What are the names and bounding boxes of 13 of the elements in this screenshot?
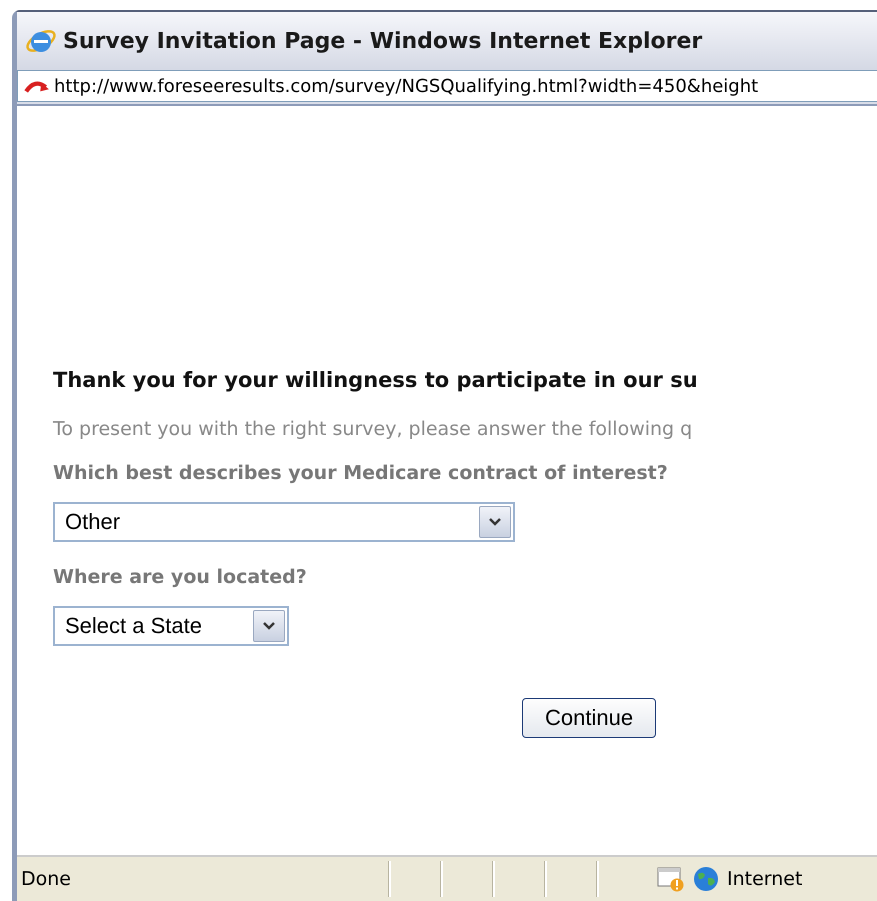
globe-icon	[693, 866, 719, 892]
dropdown[interactable]: Select a State	[53, 606, 289, 646]
status-text: Done	[21, 868, 72, 890]
security-zone-text: Internet	[727, 868, 802, 890]
intro-text: To present you with the right survey, please answer the following q	[53, 418, 694, 440]
popup-warning-icon[interactable]	[657, 866, 685, 892]
question-label: Which best describes your Medicare contract of interest?	[53, 462, 669, 484]
page-heading: Thank you for your willingness to participate in our su	[53, 368, 699, 392]
url-text[interactable]: http://www.foreseeresults.com/survey/NGSQualifying.html?width=450&height	[54, 76, 758, 96]
dropdown[interactable]: Other	[53, 502, 515, 542]
question-label: Where are you located?	[53, 566, 308, 588]
continue-button[interactable]: Continue	[522, 698, 656, 738]
window-title: Survey Invitation Page - Windows Internet Explorer	[63, 28, 702, 54]
